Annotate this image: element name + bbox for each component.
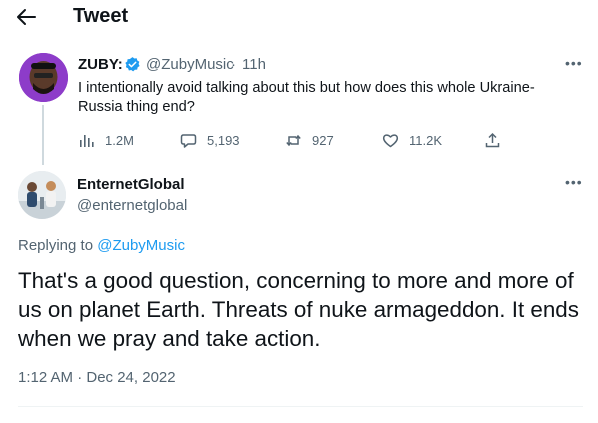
avatar-image — [18, 171, 66, 219]
author-name[interactable]: ZUBY: — [78, 56, 123, 73]
like-button[interactable]: 11.2K — [382, 130, 442, 150]
replying-prefix: Replying to — [18, 237, 94, 254]
replying-to: Replying to @ZubyMusic — [18, 237, 185, 254]
views-count: 1.2M — [105, 132, 134, 148]
retweet-count: 927 — [312, 132, 334, 148]
heart-icon — [382, 133, 399, 147]
separator-dot: · — [231, 56, 236, 73]
avatar-image — [19, 53, 68, 102]
more-dots-icon[interactable]: ••• — [565, 55, 583, 71]
speech-bubble-icon — [180, 133, 197, 148]
bar-chart-icon — [80, 134, 94, 147]
verified-badge-icon — [125, 57, 140, 72]
author-handle[interactable]: @enternetglobal — [77, 197, 187, 214]
top-bar: Tweet — [0, 0, 598, 34]
back-button[interactable] — [14, 6, 38, 28]
replying-to-link[interactable]: @ZubyMusic — [97, 237, 185, 254]
tweet-text: I intentionally avoid talking about this… — [78, 80, 535, 115]
share-button[interactable] — [484, 130, 501, 150]
author-handle[interactable]: @ZubyMusic — [146, 56, 234, 73]
like-count: 11.2K — [409, 132, 443, 148]
avatar[interactable] — [19, 53, 68, 102]
views-button[interactable]: 1.2M — [78, 130, 134, 150]
retweet-icon — [286, 134, 301, 146]
reply-button[interactable]: 5,193 — [180, 130, 240, 150]
more-dots-icon[interactable]: ••• — [565, 174, 583, 190]
share-upload-icon — [485, 132, 500, 147]
page-title: Tweet — [73, 5, 129, 27]
author-name[interactable]: EnternetGlobal — [77, 176, 185, 193]
tweet-timestamp[interactable]: 1:12 AM · Dec 24, 2022 — [18, 369, 176, 386]
avatar[interactable] — [18, 171, 66, 219]
divider — [18, 406, 583, 407]
retweet-button[interactable]: 927 — [285, 130, 334, 150]
thread-line — [42, 105, 44, 165]
tweet-time[interactable]: 11h — [242, 56, 266, 73]
arrow-left-icon — [17, 9, 36, 25]
reply-count: 5,193 — [207, 132, 240, 148]
tweet-text: That's a good question, concerning to mo… — [18, 268, 579, 351]
